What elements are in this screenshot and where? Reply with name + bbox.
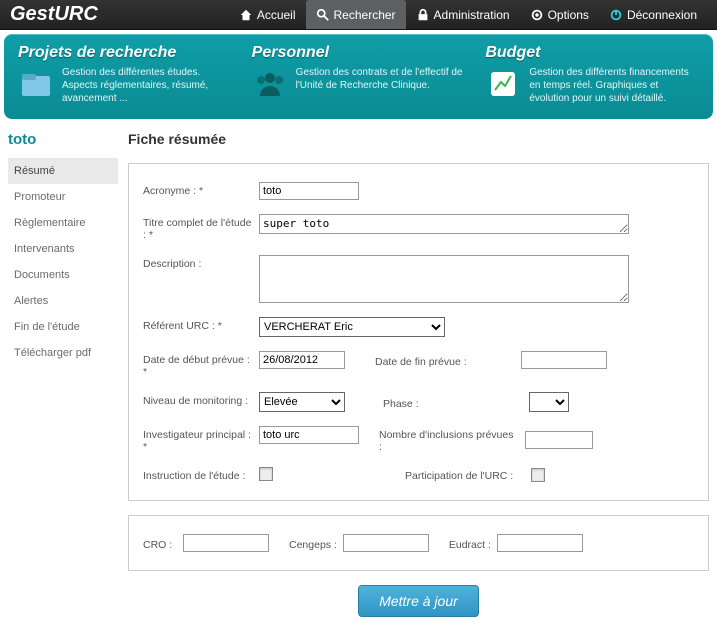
- label-referent: Référent URC : *: [143, 317, 253, 332]
- sidebar-item-promoteur[interactable]: Promoteur: [8, 184, 118, 210]
- banner-projets[interactable]: Projets de recherche Gestion des différe…: [18, 44, 232, 105]
- content: Fiche résumée Acronyme : * Titre complet…: [128, 131, 709, 617]
- nav-administration[interactable]: Administration: [406, 0, 520, 29]
- label-cengeps: Cengeps :: [289, 536, 337, 551]
- gear-icon: [530, 8, 544, 22]
- select-phase[interactable]: [529, 392, 569, 412]
- input-titre[interactable]: super toto: [259, 214, 629, 234]
- home-icon: [239, 8, 253, 22]
- chart-icon: [485, 66, 521, 102]
- folder-icon: [18, 66, 54, 102]
- submit-button[interactable]: Mettre à jour: [358, 585, 479, 617]
- label-investigateur: Investigateur principal : *: [143, 426, 253, 453]
- nav-accueil[interactable]: Accueil: [229, 0, 306, 29]
- input-cro[interactable]: [183, 534, 269, 552]
- input-investigateur[interactable]: [259, 426, 359, 444]
- label-phase: Phase :: [383, 395, 523, 410]
- label-cro: CRO :: [143, 536, 177, 551]
- people-icon: [252, 66, 288, 102]
- nav-options[interactable]: Options: [520, 0, 599, 29]
- input-cengeps[interactable]: [343, 534, 429, 552]
- label-participation: Participation de l'URC :: [405, 467, 525, 482]
- sidebar-item-pdf[interactable]: Télécharger pdf: [8, 340, 118, 366]
- power-icon: [609, 8, 623, 22]
- banner-budget[interactable]: Budget Gestion des différents financemen…: [485, 44, 699, 105]
- label-description: Description :: [143, 255, 253, 270]
- input-inclusions[interactable]: [525, 431, 593, 449]
- label-monitoring: Niveau de monitoring :: [143, 392, 253, 407]
- nav-rechercher[interactable]: Rechercher: [306, 0, 406, 29]
- nav-deconnexion[interactable]: Déconnexion: [599, 0, 707, 29]
- banner-personnel[interactable]: Personnel Gestion des contrats et de l'e…: [252, 44, 466, 105]
- sidebar-item-fin[interactable]: Fin de l'étude: [8, 314, 118, 340]
- checkbox-instruction[interactable]: [259, 467, 273, 481]
- input-date-fin[interactable]: [521, 351, 607, 369]
- input-acronyme[interactable]: [259, 182, 359, 200]
- sidebar-item-documents[interactable]: Documents: [8, 262, 118, 288]
- select-referent[interactable]: VERCHERAT Eric: [259, 317, 445, 337]
- brand: GestURC: [10, 3, 229, 26]
- sidebar-title: toto: [8, 131, 118, 148]
- checkbox-participation[interactable]: [531, 468, 545, 482]
- search-icon: [316, 8, 330, 22]
- label-acronyme: Acronyme : *: [143, 182, 253, 197]
- label-inclusions: Nombre d'inclusions prévues :: [379, 426, 519, 453]
- label-titre: Titre complet de l'étude : *: [143, 214, 253, 241]
- input-eudract[interactable]: [497, 534, 583, 552]
- sidebar-item-intervenants[interactable]: Intervenants: [8, 236, 118, 262]
- input-date-debut[interactable]: [259, 351, 345, 369]
- input-description[interactable]: [259, 255, 629, 303]
- select-monitoring[interactable]: Elevée: [259, 392, 345, 412]
- sidebar-item-alertes[interactable]: Alertes: [8, 288, 118, 314]
- form-main: Acronyme : * Titre complet de l'étude : …: [128, 163, 709, 501]
- sidebar-item-resume[interactable]: Résumé: [8, 158, 118, 184]
- form-identifiers: CRO : Cengeps : Eudract :: [128, 515, 709, 571]
- lock-icon: [416, 8, 430, 22]
- page-title: Fiche résumée: [128, 131, 709, 147]
- banner: Projets de recherche Gestion des différe…: [4, 34, 713, 119]
- label-eudract: Eudract :: [449, 536, 491, 551]
- label-instruction: Instruction de l'étude :: [143, 467, 253, 482]
- sidebar-item-reglementaire[interactable]: Règlementaire: [8, 210, 118, 236]
- top-nav: GestURC Accueil Rechercher Administratio…: [0, 0, 717, 30]
- sidebar: toto Résumé Promoteur Règlementaire Inte…: [8, 131, 118, 617]
- label-date-fin: Date de fin prévue :: [375, 353, 515, 368]
- label-date-debut: Date de début prévue : *: [143, 351, 253, 378]
